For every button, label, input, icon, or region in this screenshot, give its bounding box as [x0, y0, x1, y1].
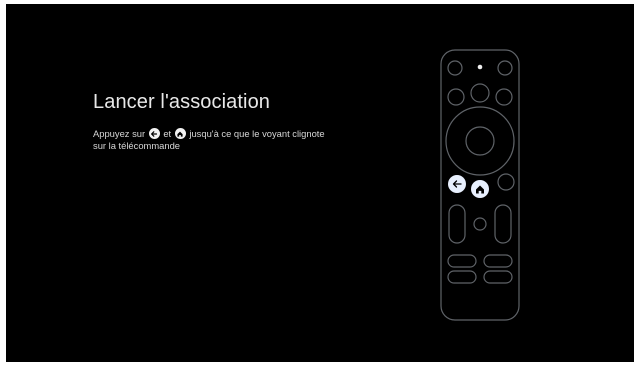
remote-channel-rocker [494, 204, 512, 244]
remote-extra-button [497, 173, 515, 191]
remote-led-indicator [477, 64, 483, 70]
remote-shortcut-button-4 [483, 270, 513, 284]
remote-illustration [440, 49, 520, 321]
remote-top-left-button [447, 60, 463, 76]
pairing-instructions: Appuyez sur et jusqu'à ce que le voyant … [93, 128, 333, 151]
page-title: Lancer l'association [93, 91, 271, 113]
remote-center-top-button [470, 83, 490, 103]
instruction-text-and: et [163, 128, 172, 139]
remote-dpad-center-button [465, 126, 495, 156]
instruction-text-start: Appuyez sur [93, 128, 146, 139]
back-icon [148, 128, 160, 139]
remote-dpad-ring [445, 106, 515, 176]
pairing-screen: Lancer l'association Appuyez sur et jusq… [6, 4, 634, 362]
remote-shortcut-button-1 [447, 254, 477, 268]
remote-shortcut-button-3 [447, 270, 477, 284]
remote-shortcut-button-2 [483, 254, 513, 268]
remote-volume-rocker [448, 204, 466, 244]
remote-left-button [447, 88, 465, 106]
remote-mute-button [473, 217, 487, 231]
home-icon [174, 128, 186, 139]
remote-top-right-button [497, 60, 513, 76]
remote-right-button [495, 88, 513, 106]
